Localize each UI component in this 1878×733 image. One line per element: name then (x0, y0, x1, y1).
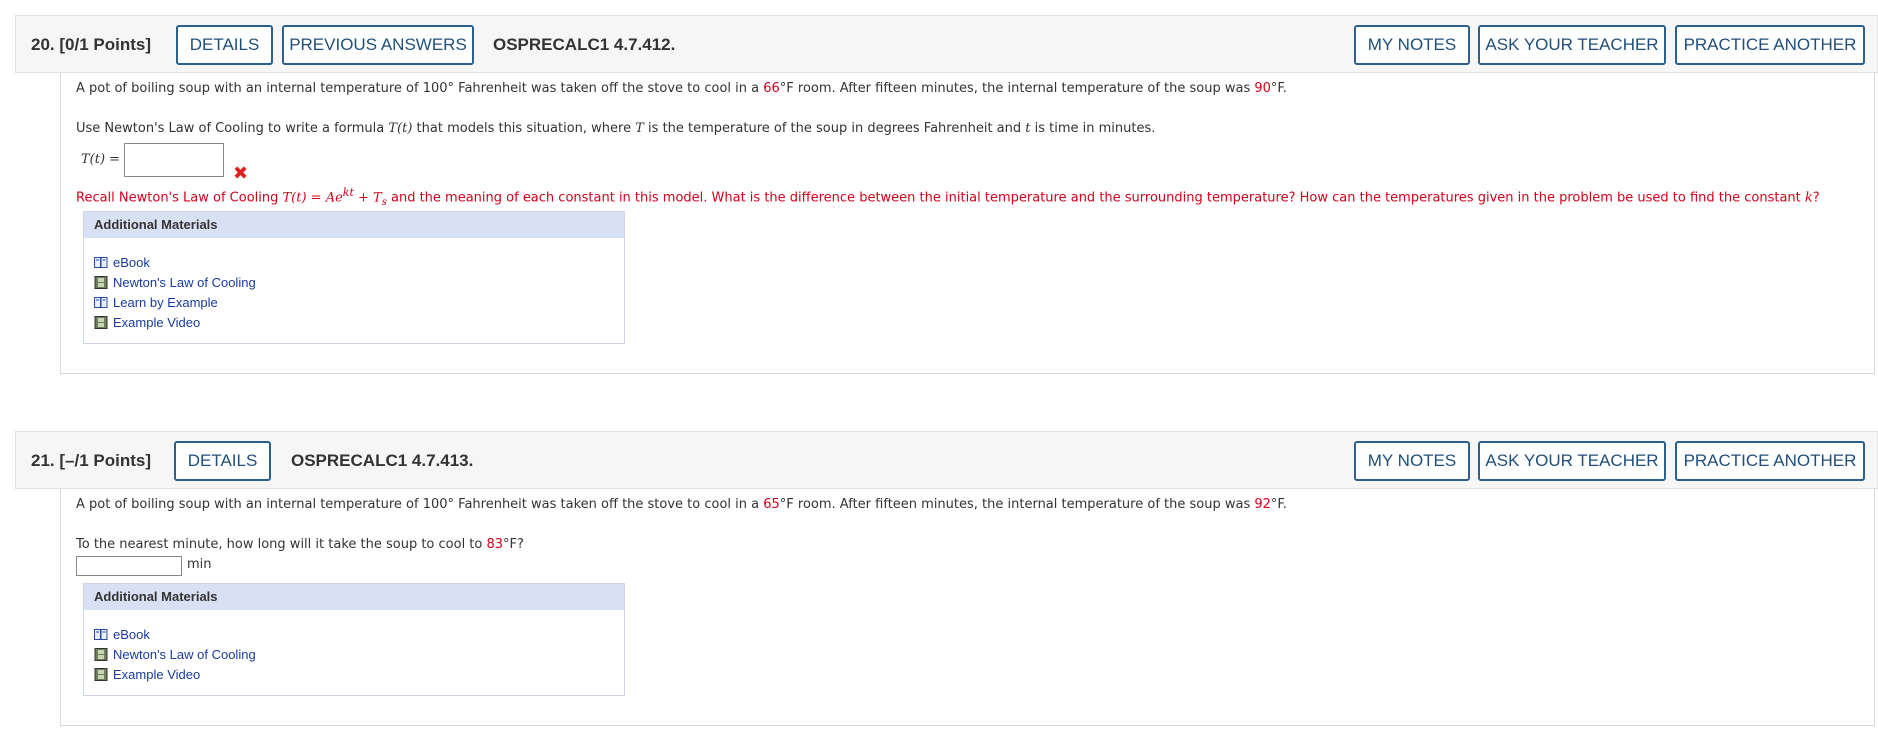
text-part: is the temperature of the soup in degree… (643, 121, 1026, 136)
material-link-ebook[interactable]: eBook (94, 252, 624, 272)
math-variable: T (635, 121, 644, 136)
material-link-label: Example Video (113, 666, 201, 682)
additional-materials-panel: Additional Materials eBook Newton's Law … (83, 583, 625, 696)
my-notes-button[interactable]: MY NOTES (1354, 25, 1470, 65)
film-icon (94, 667, 108, 681)
answer-input[interactable] (76, 556, 182, 576)
room-temp-value: 66 (763, 81, 780, 96)
text-part: Use Newton's Law of Cooling to write a f… (76, 121, 389, 136)
film-icon (94, 275, 108, 289)
material-link-newtons-law[interactable]: Newton's Law of Cooling (94, 272, 624, 292)
problem-statement: A pot of boiling soup with an internal t… (76, 497, 1287, 512)
details-button[interactable]: DETAILS (176, 25, 273, 65)
book-icon (94, 256, 108, 268)
answer-unit: min (187, 557, 212, 572)
text-part: ? (1812, 190, 1820, 206)
material-link-learn-by-example[interactable]: Learn by Example (94, 292, 624, 312)
material-link-label: eBook (113, 626, 150, 642)
text-part: °F room. After fifteen minutes, the inte… (779, 497, 1255, 512)
target-temp-value: 83 (486, 537, 504, 552)
math-exponent: kt (342, 186, 354, 199)
question-number-label: 20. (31, 35, 55, 54)
answer-input[interactable] (124, 143, 224, 177)
text-part: and the meaning of each constant in this… (386, 190, 1805, 206)
material-link-label: Newton's Law of Cooling (113, 646, 256, 662)
question-number-label: 21. (31, 451, 55, 470)
math-expression: + T (353, 190, 382, 206)
my-notes-button[interactable]: MY NOTES (1354, 441, 1470, 481)
material-link-label: Example Video (113, 314, 201, 330)
text-part: To the nearest minute, how long will it … (76, 537, 487, 552)
question-body: A pot of boiling soup with an internal t… (60, 73, 1875, 374)
problem-question: To the nearest minute, how long will it … (76, 537, 524, 552)
incorrect-x-icon: ✖ (233, 163, 249, 184)
text-part: A pot of boiling soup with an internal t… (76, 81, 764, 96)
question-code: OSPRECALC1 4.7.413. (291, 451, 474, 470)
additional-materials-title: Additional Materials (84, 212, 624, 238)
text-part: that models this situation, where (412, 121, 636, 136)
ask-your-teacher-button[interactable]: ASK YOUR TEACHER (1478, 25, 1666, 65)
material-link-label: Newton's Law of Cooling (113, 274, 256, 290)
film-icon (94, 315, 108, 329)
points-label: [0/1 Points] (59, 35, 151, 54)
question-number: 20. [0/1 Points] (31, 35, 151, 55)
question-body: A pot of boiling soup with an internal t… (60, 489, 1875, 726)
additional-materials-list: eBook Newton's Law of Cooling Learn by E… (84, 238, 624, 332)
answer-label: T(t) = (81, 152, 121, 167)
math-variable: k (1804, 190, 1813, 206)
material-link-label: Learn by Example (113, 294, 218, 310)
book-icon (94, 296, 108, 308)
problem-instruction: Use Newton's Law of Cooling to write a f… (76, 121, 1155, 136)
text-part: is time in minutes. (1030, 121, 1156, 136)
book-icon (94, 628, 108, 640)
question-number: 21. [–/1 Points] (31, 451, 151, 471)
practice-another-button[interactable]: PRACTICE ANOTHER (1675, 25, 1865, 65)
room-temp-value: 65 (763, 497, 780, 512)
text-part: Recall Newton's Law of Cooling (76, 190, 283, 206)
film-icon (94, 647, 108, 661)
practice-another-button[interactable]: PRACTICE ANOTHER (1675, 441, 1865, 481)
question-code: OSPRECALC1 4.7.412. (493, 35, 676, 54)
text-part: °F room. After fifteen minutes, the inte… (779, 81, 1255, 96)
ask-your-teacher-button[interactable]: ASK YOUR TEACHER (1478, 441, 1666, 481)
question-header: 21. [–/1 Points] DETAILS OSPRECALC1 4.7.… (15, 431, 1878, 489)
additional-materials-panel: Additional Materials eBook Newton's Law … (83, 211, 625, 344)
details-button[interactable]: DETAILS (174, 441, 271, 481)
material-link-example-video[interactable]: Example Video (94, 312, 624, 332)
text-part: °F? (503, 537, 524, 552)
hint-text: Recall Newton's Law of Cooling T(t) = Ae… (76, 186, 1820, 208)
material-link-example-video[interactable]: Example Video (94, 664, 624, 684)
material-link-ebook[interactable]: eBook (94, 624, 624, 644)
final-temp-value: 90 (1254, 81, 1271, 96)
final-temp-value: 92 (1254, 497, 1271, 512)
text-part: °F. (1270, 497, 1287, 512)
text-part: A pot of boiling soup with an internal t… (76, 497, 764, 512)
material-link-label: eBook (113, 254, 150, 270)
question-header: 20. [0/1 Points] DETAILS PREVIOUS ANSWER… (15, 15, 1878, 73)
additional-materials-list: eBook Newton's Law of Cooling Example Vi… (84, 610, 624, 684)
points-label: [–/1 Points] (59, 451, 151, 470)
math-expression: T(t) (388, 121, 413, 136)
material-link-newtons-law[interactable]: Newton's Law of Cooling (94, 644, 624, 664)
text-part: °F. (1270, 81, 1287, 96)
additional-materials-title: Additional Materials (84, 584, 624, 610)
problem-statement: A pot of boiling soup with an internal t… (76, 81, 1287, 96)
previous-answers-button[interactable]: PREVIOUS ANSWERS (282, 25, 474, 65)
math-expression: T(t) = Ae (282, 190, 343, 206)
